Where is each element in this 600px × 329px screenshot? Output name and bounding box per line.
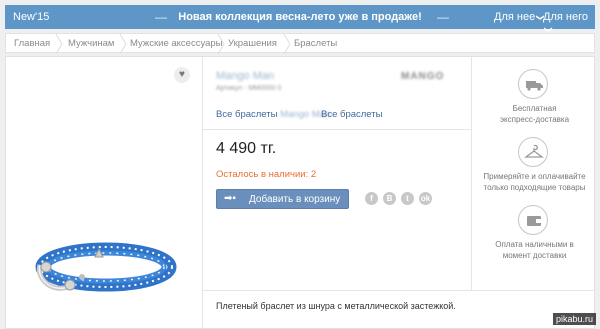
- description-section: Плетеный браслет из шнура с металлическо…: [203, 290, 596, 329]
- breadcrumb-separator-icon: [55, 34, 63, 54]
- price: 4 490 тг.: [216, 140, 277, 157]
- product-card: ♥ Mango Man Артикул - MM0000 0 MANGO Все…: [5, 56, 596, 329]
- try-on-text: Примеряйте и оплачивайте только подходящи…: [483, 172, 586, 192]
- all-bracelets-link[interactable]: Все браслеты: [321, 109, 382, 120]
- promo-text[interactable]: Новая коллекция весна-лето уже в продаже…: [165, 11, 435, 23]
- promo-bar: New'15 — Новая коллекция весна-лето уже …: [5, 5, 595, 33]
- product-image-area: ♥: [6, 57, 203, 329]
- breadcrumb-separator-icon: [217, 34, 225, 54]
- breadcrumb-bracelets[interactable]: Браслеты: [294, 38, 337, 49]
- divider-dash: —: [437, 10, 449, 24]
- watermark: pikabu.ru: [552, 313, 596, 325]
- breadcrumb-jewelry[interactable]: Украшения: [228, 38, 277, 49]
- vk-icon[interactable]: B: [383, 192, 396, 205]
- divider: [203, 129, 471, 130]
- brand-bracelets-link[interactable]: Все браслеты Mango Man: [216, 109, 330, 120]
- breadcrumb: Главная Мужчинам Мужские аксессуары Укра…: [5, 33, 595, 54]
- stock-status: Осталось в наличии: 2: [216, 169, 317, 180]
- wallet-icon: [518, 205, 548, 235]
- breadcrumb-separator-icon: [283, 34, 291, 54]
- truck-icon: [518, 69, 548, 99]
- cash-payment-text: Оплата наличными в момент доставки: [495, 240, 574, 260]
- bracelet-image[interactable]: [10, 227, 200, 327]
- breadcrumb-accessories[interactable]: Мужские аксессуары: [130, 38, 223, 49]
- hanger-icon: [518, 137, 548, 167]
- brand-name[interactable]: Mango Man: [216, 70, 274, 82]
- brand-logo: MANGO: [401, 71, 445, 82]
- breadcrumb-home[interactable]: Главная: [14, 38, 50, 49]
- product-description: Плетеный браслет из шнура с металлическо…: [216, 301, 456, 311]
- breadcrumb-men[interactable]: Мужчинам: [68, 38, 114, 49]
- add-to-cart-button[interactable]: ➡▪ Добавить в корзину: [216, 189, 349, 209]
- chevron-down-icon: ❯: [543, 26, 553, 33]
- article-number: Артикул - MM0000 0: [216, 85, 282, 92]
- facebook-icon[interactable]: f: [365, 192, 378, 205]
- twitter-icon[interactable]: t: [401, 192, 414, 205]
- for-women-link[interactable]: Для нее❯: [494, 11, 545, 23]
- odnoklassniki-icon[interactable]: ok: [419, 192, 432, 205]
- new-collection-tag[interactable]: New'15: [13, 11, 49, 23]
- cart-arrow-icon: ➡▪: [224, 193, 236, 204]
- heart-icon[interactable]: ♥: [174, 67, 190, 83]
- benefits-panel: Бесплатная экспресс-доставка Примеряйте и…: [471, 57, 596, 290]
- free-delivery-text: Бесплатная экспресс-доставка: [499, 104, 570, 124]
- product-info: Mango Man Артикул - MM0000 0 MANGO Все б…: [203, 57, 471, 290]
- breadcrumb-separator-icon: [119, 34, 127, 54]
- for-men-link[interactable]: Для него❯: [543, 11, 595, 35]
